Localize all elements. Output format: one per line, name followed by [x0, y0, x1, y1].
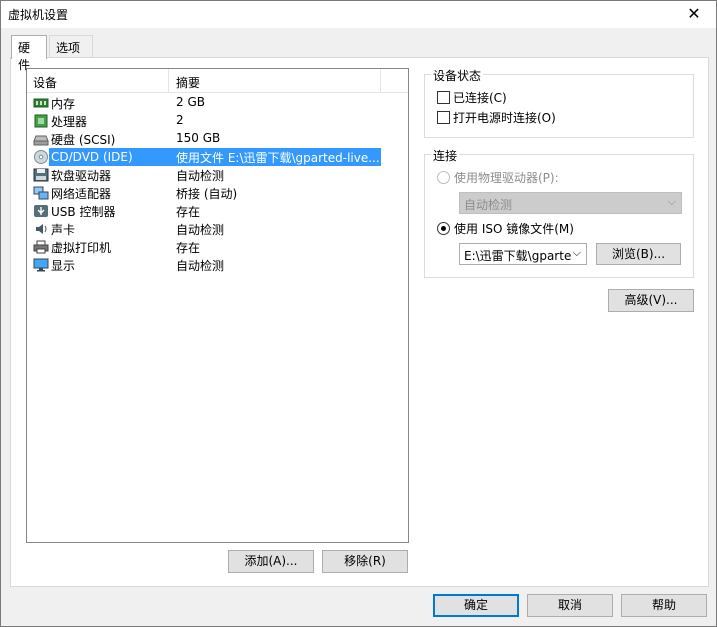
device-summary: 自动检测 — [176, 169, 225, 183]
device-name: USB 控制器 — [51, 204, 116, 219]
device-row-cd-dvd[interactable]: CD/DVD (IDE) 使用文件 E:\迅雷下载\gparted-live..… — [27, 148, 408, 166]
device-row-sound-card[interactable]: 声卡 自动检测 — [27, 220, 408, 238]
settings-window: 虚拟机设置 ✕ 硬件 选项 设备 摘要 内存 2 GB 处理器 2 硬盘 (SC… — [0, 0, 717, 627]
tab-hardware[interactable]: 硬件 — [11, 35, 47, 72]
device-name: 声卡 — [51, 222, 76, 237]
memory-icon — [33, 96, 49, 110]
list-header: 设备 摘要 — [27, 69, 408, 93]
device-row-virtual-printer[interactable]: 虚拟打印机 存在 — [27, 238, 408, 256]
device-name: 处理器 — [51, 114, 88, 129]
title-bar: 虚拟机设置 ✕ — [1, 1, 716, 28]
device-name: 网络适配器 — [51, 186, 112, 201]
cancel-button[interactable]: 取消 — [527, 594, 613, 617]
iso-image-radio-row[interactable]: 使用 ISO 镜像文件(M) — [437, 220, 574, 237]
device-summary: 自动检测 — [176, 259, 225, 273]
iso-image-radio[interactable] — [437, 222, 450, 235]
connected-checkbox-row[interactable]: 已连接(C) — [437, 89, 507, 106]
device-name: CD/DVD (IDE) — [51, 150, 133, 164]
connection-legend: 连接 — [431, 147, 460, 164]
browse-button[interactable]: 浏览(B)... — [596, 243, 681, 265]
device-row-network-adapter[interactable]: 网络适配器 桥接 (自动) — [27, 184, 408, 202]
device-row-processor[interactable]: 处理器 2 — [27, 112, 408, 130]
device-row-floppy[interactable]: 软盘驱动器 自动检测 — [27, 166, 408, 184]
device-row-memory[interactable]: 内存 2 GB — [27, 94, 408, 112]
connect-at-power-on-label: 打开电源时连接(O) — [453, 111, 556, 125]
window-title: 虚拟机设置 — [8, 8, 69, 22]
chevron-down-icon: ⌵ — [667, 195, 676, 208]
advanced-button[interactable]: 高级(V)... — [608, 289, 694, 312]
device-summary: 2 GB — [176, 95, 205, 109]
hardware-panel: 设备 摘要 内存 2 GB 处理器 2 硬盘 (SCSI) 150 GB CD/… — [10, 57, 709, 587]
printer-icon — [33, 240, 49, 254]
connected-label: 已连接(C) — [453, 91, 507, 105]
device-summary: 2 — [176, 113, 184, 127]
device-rows: 内存 2 GB 处理器 2 硬盘 (SCSI) 150 GB CD/DVD (I… — [27, 94, 408, 274]
device-summary: 自动检测 — [176, 223, 225, 237]
display-icon — [33, 258, 49, 272]
hard-disk-icon — [33, 132, 49, 146]
device-row-usb-controller[interactable]: USB 控制器 存在 — [27, 202, 408, 220]
physical-drive-select[interactable]: 自动检测 ⌵ — [459, 192, 682, 214]
sound-card-icon — [33, 222, 49, 236]
chevron-down-icon[interactable]: ⌵ — [573, 246, 581, 260]
device-status-group: 设备状态 已连接(C) 打开电源时连接(O) — [424, 67, 694, 138]
close-icon[interactable]: ✕ — [680, 3, 708, 25]
device-name: 硬盘 (SCSI) — [51, 132, 116, 147]
iso-path-combobox[interactable]: E:\迅雷下载\gparte ⌵ — [459, 243, 587, 265]
network-adapter-icon — [33, 186, 49, 200]
device-summary: 桥接 (自动) — [176, 187, 238, 201]
ok-button[interactable]: 确定 — [433, 594, 519, 617]
column-separator[interactable] — [168, 69, 169, 92]
iso-path-value: E:\迅雷下载\gparte — [464, 249, 572, 263]
physical-drive-radio[interactable] — [437, 171, 450, 184]
device-name: 显示 — [51, 258, 76, 273]
help-button[interactable]: 帮助 — [621, 594, 707, 617]
device-name: 内存 — [51, 96, 76, 111]
column-separator[interactable] — [380, 69, 381, 92]
add-button[interactable]: 添加(A)... — [228, 550, 314, 573]
remove-button[interactable]: 移除(R) — [322, 550, 408, 573]
column-header-summary[interactable]: 摘要 — [176, 74, 200, 91]
cd-dvd-icon — [33, 150, 49, 164]
usb-icon — [33, 204, 49, 218]
device-summary: 存在 — [176, 205, 201, 219]
iso-image-label: 使用 ISO 镜像文件(M) — [454, 222, 574, 236]
physical-drive-label: 使用物理驱动器(P): — [454, 171, 559, 185]
tab-options[interactable]: 选项 — [49, 35, 93, 58]
device-row-display[interactable]: 显示 自动检测 — [27, 256, 408, 274]
connect-at-power-on-row[interactable]: 打开电源时连接(O) — [437, 109, 556, 126]
physical-drive-select-value: 自动检测 — [464, 198, 513, 212]
device-name: 虚拟打印机 — [51, 240, 112, 255]
floppy-icon — [33, 168, 49, 182]
device-summary: 使用文件 E:\迅雷下载\gparted-live... — [176, 151, 380, 165]
device-row-hard-disk[interactable]: 硬盘 (SCSI) 150 GB — [27, 130, 408, 148]
connection-group: 连接 使用物理驱动器(P): 自动检测 ⌵ 使用 ISO 镜像文件(M) E:\… — [424, 147, 694, 278]
column-header-device[interactable]: 设备 — [33, 74, 57, 91]
device-status-legend: 设备状态 — [431, 67, 484, 84]
device-summary: 150 GB — [176, 131, 221, 145]
device-list[interactable]: 设备 摘要 内存 2 GB 处理器 2 硬盘 (SCSI) 150 GB CD/… — [26, 68, 409, 543]
connect-at-power-on-checkbox[interactable] — [437, 111, 450, 124]
processor-icon — [33, 114, 49, 128]
physical-drive-radio-row[interactable]: 使用物理驱动器(P): — [437, 169, 559, 186]
device-summary: 存在 — [176, 241, 201, 255]
device-name: 软盘驱动器 — [51, 168, 112, 183]
connected-checkbox[interactable] — [437, 91, 450, 104]
